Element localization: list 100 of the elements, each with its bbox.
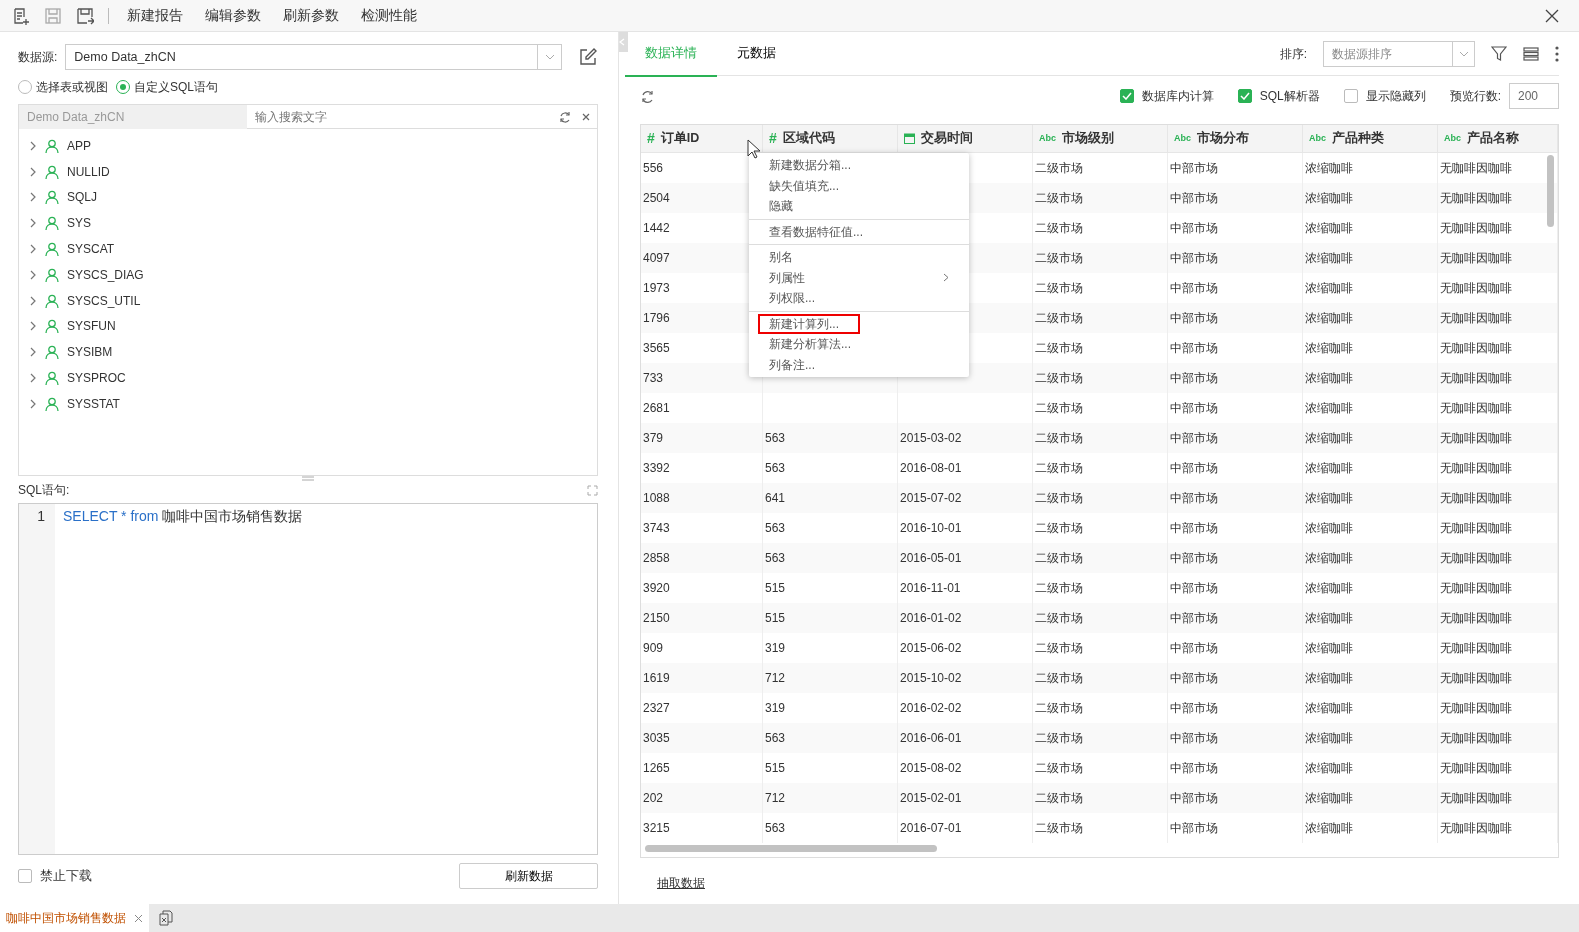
tree-item[interactable]: SYSCS_DIAG [67, 265, 144, 284]
column-header[interactable]: 交易时间 [898, 125, 1033, 152]
tree-item[interactable]: SYS [67, 214, 91, 233]
table-cell: 二级市场 [1033, 813, 1168, 843]
check-icon [1239, 92, 1250, 100]
scrollbar[interactable] [1547, 155, 1554, 227]
close-icon[interactable] [581, 111, 591, 122]
chevron-icon[interactable] [29, 398, 37, 409]
table-cell: 二级市场 [1033, 483, 1168, 513]
sort-select[interactable]: 数据源排序 [1323, 40, 1475, 67]
user-icon [45, 345, 59, 360]
chevron-icon[interactable] [29, 140, 37, 151]
table-cell: 二级市场 [1033, 423, 1168, 453]
table-cell: 中部市场 [1168, 183, 1303, 213]
table-cell: 无咖啡因咖啡 [1438, 363, 1558, 393]
checkbox-option[interactable]: SQL解析器 [1237, 87, 1320, 105]
table-cell: 浓缩咖啡 [1303, 363, 1438, 393]
column-header[interactable]: Abc 市场分布 [1168, 125, 1303, 152]
tree-item[interactable]: SYSIBM [67, 343, 113, 362]
table-cell: 浓缩咖啡 [1303, 783, 1438, 813]
table-cell: 无咖啡因咖啡 [1438, 483, 1558, 513]
tree-item[interactable]: NULLID [67, 162, 110, 181]
radio-option[interactable]: 选择表或视图 [18, 78, 108, 96]
tree-item[interactable]: SYSCS_UTIL [67, 291, 141, 310]
edit-icon[interactable] [578, 47, 598, 67]
table-cell: 浓缩咖啡 [1303, 723, 1438, 753]
column-header[interactable]: Abc 市场级别 [1033, 125, 1168, 152]
table-cell: 1619 [641, 663, 763, 693]
user-icon [45, 267, 59, 282]
tree-item[interactable]: APP [67, 136, 91, 155]
chevron-down-icon [544, 54, 555, 60]
table-cell: 中部市场 [1168, 663, 1303, 693]
table-cell: 浓缩咖啡 [1303, 603, 1438, 633]
table-cell: 2016-07-01 [898, 813, 1033, 843]
close-icon[interactable] [1545, 8, 1559, 23]
chevron-icon[interactable] [29, 321, 37, 332]
toolbar-button[interactable]: 编辑参数 [201, 5, 265, 26]
datasource-select[interactable]: Demo Data_zhCN [65, 44, 562, 70]
more-icon[interactable] [1555, 45, 1559, 62]
table-cell: 中部市场 [1168, 603, 1303, 633]
tree-item[interactable]: SYSCAT [67, 240, 115, 259]
table-cell: 563 [763, 723, 898, 753]
extract-data-link[interactable]: 抽取数据 [657, 876, 705, 890]
table-cell: 中部市场 [1168, 423, 1303, 453]
chevron-icon[interactable] [29, 192, 37, 203]
checkbox-option[interactable]: 显示隐藏列 [1343, 87, 1426, 105]
new-report-icon[interactable] [12, 6, 30, 25]
column-header[interactable]: Abc 产品名称 [1438, 125, 1558, 152]
table-cell: 中部市场 [1168, 783, 1303, 813]
chevron-icon[interactable] [29, 269, 37, 280]
table-cell: 浓缩咖啡 [1303, 423, 1438, 453]
toolbar-button[interactable]: 刷新参数 [279, 5, 343, 26]
bottom-tab[interactable]: 咖啡中国市场销售数据 [0, 904, 149, 932]
radio-option[interactable]: 自定义SQL语句 [116, 78, 218, 96]
tree-item[interactable]: SQLJ [67, 188, 97, 207]
sql-label: SQL语句: [18, 482, 70, 499]
refresh-data-button[interactable]: 刷新数据 [459, 863, 598, 889]
row-count-field[interactable]: 200 [1509, 83, 1559, 109]
menu-item[interactable]: 查看数据特征值... [749, 221, 969, 242]
column-header[interactable]: # 区域代码 [763, 125, 898, 152]
toolbar-button[interactable]: 检测性能 [357, 5, 421, 26]
tree-item[interactable]: SYSFUN [67, 317, 116, 336]
collapse-handle[interactable] [619, 32, 628, 52]
chevron-icon[interactable] [29, 295, 37, 306]
chevron-icon[interactable] [29, 218, 37, 229]
chevron-left-icon [619, 38, 625, 46]
save-as-icon[interactable] [76, 6, 94, 25]
chevron-icon[interactable] [29, 347, 37, 358]
tab[interactable]: 元数据 [717, 30, 796, 77]
resize-handle-icon[interactable] [302, 476, 314, 481]
refresh-icon[interactable] [559, 110, 571, 123]
sql-editor[interactable]: 1 SELECT * from 咖啡中国市场销售数据 [18, 503, 598, 855]
table-cell: 二级市场 [1033, 363, 1168, 393]
scrollbar[interactable] [645, 845, 937, 852]
field-label: 预览行数: [1449, 88, 1501, 105]
list-icon[interactable] [1523, 46, 1539, 61]
table-cell: 641 [763, 483, 898, 513]
refresh-icon[interactable] [641, 89, 654, 103]
column-header[interactable]: Abc 产品种类 [1303, 125, 1438, 152]
filter-icon[interactable] [1491, 45, 1507, 62]
table-cell: 二级市场 [1033, 783, 1168, 813]
table-cell: 2015-02-01 [898, 783, 1033, 813]
user-icon [45, 319, 59, 334]
chevron-icon[interactable] [29, 244, 37, 255]
chevron-icon[interactable] [29, 166, 37, 177]
tree-item[interactable]: SYSPROC [67, 369, 126, 388]
table-cell: 无咖啡因咖啡 [1438, 663, 1558, 693]
file-icon[interactable] [159, 910, 173, 926]
checkbox-option[interactable]: 数据库内计算 [1119, 87, 1214, 105]
table-cell: 2016-01-02 [898, 603, 1033, 633]
type-mark: # [647, 129, 655, 148]
table-cell: 无咖啡因咖啡 [1438, 303, 1558, 333]
user-icon [45, 371, 59, 386]
chevron-icon[interactable] [29, 373, 37, 384]
table-cell: 浓缩咖啡 [1303, 483, 1438, 513]
table-cell: 浓缩咖啡 [1303, 813, 1438, 843]
table-cell: 二级市场 [1033, 543, 1168, 573]
checkbox-option[interactable]: 禁止下载 [18, 866, 92, 886]
tree-item[interactable]: SYSSTAT [67, 394, 120, 413]
toolbar-button[interactable]: 新建报告 [123, 5, 187, 26]
